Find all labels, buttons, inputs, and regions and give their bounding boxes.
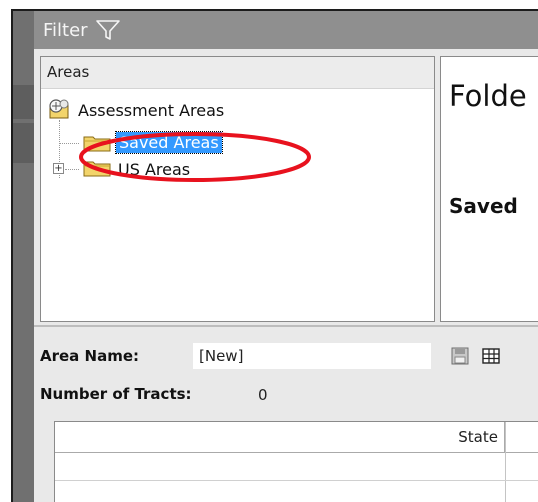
filter-label: Filter [43,19,88,41]
table-grid-icon[interactable] [481,346,501,366]
area-form: Area Name: Number of Tracts: 0 State [34,329,538,502]
area-name-label: Area Name: [40,347,140,365]
areas-header: Areas [41,57,434,89]
funnel-icon[interactable] [95,19,121,41]
app-window: Filter Areas Assessment Areas Saved Area… [11,9,538,502]
table-row [55,480,538,481]
expand-icon[interactable]: + [53,163,64,174]
column-header-state[interactable]: State [405,422,505,452]
area-name-input[interactable] [193,343,431,369]
areas-tree-panel: Areas Assessment Areas Saved Areas + US … [40,56,435,322]
annotation-ellipse [79,132,311,182]
table-header: State [55,422,538,453]
detail-title: Folde [449,79,527,113]
assessment-areas-icon [47,98,73,124]
tree-root-label[interactable]: Assessment Areas [78,101,224,120]
left-sidebar-strip [13,11,34,502]
floppy-disk-icon[interactable] [450,346,470,366]
filter-bar[interactable]: Filter [34,11,538,49]
detail-subtitle: Saved [449,194,518,218]
splitter[interactable] [34,325,538,327]
folder-detail-panel: Folde Saved [440,56,538,322]
tracts-table: State [54,421,538,502]
tracts-label: Number of Tracts: [40,385,192,403]
tracts-value: 0 [258,386,268,404]
